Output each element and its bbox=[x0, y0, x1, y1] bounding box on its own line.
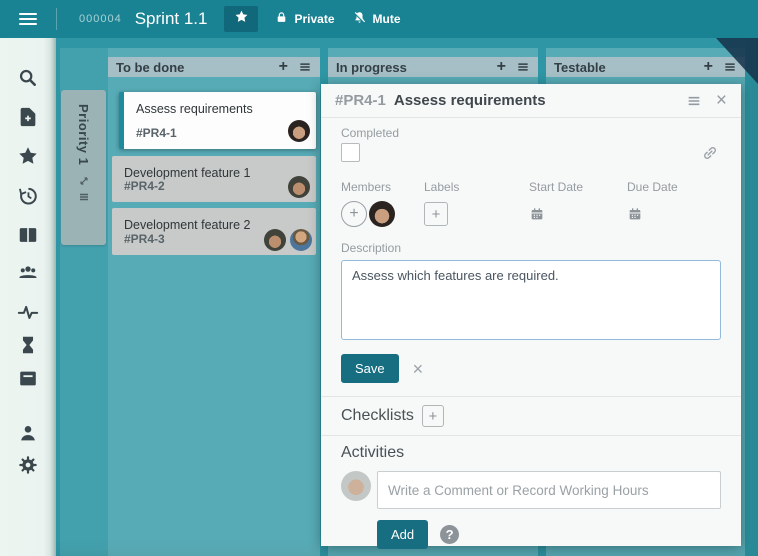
history-icon[interactable] bbox=[17, 185, 39, 207]
completed-checkbox[interactable] bbox=[341, 143, 360, 162]
card-development-feature-2[interactable]: Development feature 2 #PR4-3 bbox=[112, 208, 316, 255]
activities-heading: Activities bbox=[341, 444, 404, 462]
column-header-inprogress: In progress + bbox=[328, 57, 538, 77]
add-checklist-button[interactable]: + bbox=[422, 405, 444, 427]
lock-icon bbox=[275, 11, 288, 27]
swimlane-priority-1[interactable]: Priority 1 bbox=[61, 90, 106, 245]
start-date-label: Start Date bbox=[529, 180, 627, 194]
modal-card-id: #PR4-1 bbox=[335, 92, 386, 109]
star-icon bbox=[234, 9, 249, 29]
corner-fold-decoration bbox=[716, 38, 758, 84]
card-id: #PR4-1 bbox=[136, 126, 177, 140]
modal-card-title: Assess requirements bbox=[394, 92, 672, 109]
app-window: 000004 Sprint 1.1 Private Mute bbox=[0, 0, 758, 556]
column-menu-icon[interactable] bbox=[298, 60, 312, 74]
due-date-field: Due Date bbox=[627, 180, 721, 227]
calendar-icon[interactable] bbox=[529, 206, 545, 222]
avatar[interactable] bbox=[288, 120, 310, 142]
help-icon[interactable]: ? bbox=[440, 525, 459, 544]
hourglass-icon[interactable] bbox=[17, 334, 39, 356]
add-comment-button[interactable]: Add bbox=[377, 520, 428, 549]
add-card-icon[interactable]: + bbox=[497, 59, 506, 75]
collapse-diagonal-icon[interactable] bbox=[78, 175, 90, 187]
modal-body: Completed Members + Labels + bbox=[321, 118, 741, 549]
description-textarea[interactable]: Assess which features are required. bbox=[341, 260, 721, 340]
start-date-field: Start Date bbox=[529, 180, 627, 227]
favorite-button[interactable] bbox=[224, 6, 258, 32]
archive-icon[interactable] bbox=[17, 367, 39, 389]
due-date-label: Due Date bbox=[627, 180, 721, 194]
modal-close-icon[interactable]: × bbox=[716, 91, 727, 110]
add-member-button[interactable]: + bbox=[341, 201, 367, 227]
permalink-icon[interactable] bbox=[701, 144, 719, 162]
visibility-button[interactable]: Private bbox=[275, 11, 334, 27]
board-title: Sprint 1.1 bbox=[135, 9, 208, 29]
swimlane-menu-icon[interactable] bbox=[78, 191, 90, 203]
left-sidebar bbox=[0, 38, 56, 556]
labels-field: Labels + bbox=[424, 180, 529, 227]
card-title: Assess requirements bbox=[124, 92, 316, 116]
add-card-icon[interactable]: + bbox=[279, 59, 288, 75]
top-bar: 000004 Sprint 1.1 Private Mute bbox=[0, 0, 758, 38]
avatar[interactable] bbox=[264, 229, 286, 251]
calendar-icon[interactable] bbox=[627, 206, 643, 222]
user-icon[interactable] bbox=[17, 422, 39, 444]
board-icon[interactable] bbox=[17, 224, 39, 246]
mute-label: Mute bbox=[373, 12, 401, 26]
description-label: Description bbox=[341, 241, 721, 255]
add-card-icon[interactable]: + bbox=[704, 59, 713, 75]
add-label-button[interactable]: + bbox=[424, 202, 448, 226]
card-assess-requirements[interactable]: Assess requirements #PR4-1 bbox=[119, 92, 316, 149]
checklists-heading: Checklists bbox=[341, 407, 414, 425]
swimlane-title: Priority 1 bbox=[76, 104, 91, 165]
column-title: To be done bbox=[116, 60, 279, 75]
save-row: Save × bbox=[341, 354, 721, 383]
members-field: Members + bbox=[341, 180, 424, 227]
divider bbox=[321, 396, 741, 397]
column-menu-icon[interactable] bbox=[516, 60, 530, 74]
column-title: In progress bbox=[336, 60, 497, 75]
column-title: Testable bbox=[554, 60, 704, 75]
fields-row: Members + Labels + Start Date bbox=[341, 180, 721, 227]
modal-menu-icon[interactable] bbox=[686, 93, 702, 109]
comment-input[interactable] bbox=[377, 471, 721, 509]
card-title: Development feature 2 bbox=[112, 208, 316, 232]
save-button[interactable]: Save bbox=[341, 354, 399, 383]
visibility-label: Private bbox=[294, 12, 334, 26]
card-id: #PR4-3 bbox=[124, 232, 165, 246]
project-number: 000004 bbox=[79, 13, 122, 25]
menu-icon[interactable] bbox=[0, 0, 56, 38]
team-icon[interactable] bbox=[17, 261, 39, 283]
member-avatar[interactable] bbox=[369, 201, 395, 227]
card-detail-modal: #PR4-1 Assess requirements × Completed M… bbox=[321, 84, 741, 546]
settings-gear-icon[interactable] bbox=[17, 454, 39, 476]
bell-off-icon bbox=[352, 10, 367, 28]
avatar[interactable] bbox=[288, 176, 310, 198]
star-icon[interactable] bbox=[17, 145, 39, 167]
avatar[interactable] bbox=[290, 229, 312, 251]
search-icon[interactable] bbox=[17, 67, 39, 89]
checklists-section: Checklists + bbox=[341, 405, 721, 427]
swimlane-controls bbox=[78, 175, 90, 203]
column-header-todo: To be done + bbox=[108, 57, 320, 77]
topbar-divider bbox=[56, 8, 57, 30]
comment-row bbox=[341, 471, 721, 509]
card-title: Development feature 1 bbox=[112, 156, 316, 180]
card-development-feature-1[interactable]: Development feature 1 #PR4-2 bbox=[112, 156, 316, 202]
note-add-icon[interactable] bbox=[17, 106, 39, 128]
current-user-avatar bbox=[341, 471, 371, 501]
card-id: #PR4-2 bbox=[124, 179, 165, 193]
labels-label: Labels bbox=[424, 180, 529, 194]
activities-section: Activities bbox=[341, 444, 721, 462]
cancel-icon[interactable]: × bbox=[413, 360, 424, 378]
divider bbox=[321, 435, 741, 436]
completed-label: Completed bbox=[341, 126, 721, 140]
activity-icon[interactable] bbox=[17, 301, 39, 323]
mute-button[interactable]: Mute bbox=[352, 10, 401, 28]
add-row: Add ? bbox=[377, 520, 721, 549]
members-label: Members bbox=[341, 180, 424, 194]
modal-header: #PR4-1 Assess requirements × bbox=[321, 84, 741, 118]
